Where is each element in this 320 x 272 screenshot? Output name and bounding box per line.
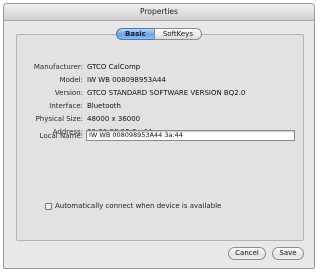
interface-value: Bluetooth — [87, 102, 121, 110]
model-label: Model: — [59, 76, 83, 84]
manufacturer-value: GTCO CalComp — [87, 63, 141, 71]
version-value: GTCO STANDARD SOFTWARE VERSION BQ2.0 — [87, 89, 246, 97]
window-title: Properties — [4, 4, 314, 21]
save-button[interactable]: Save — [272, 247, 304, 260]
tab-bar: Basic SoftKeys — [4, 28, 314, 40]
tab-basic[interactable]: Basic — [116, 28, 154, 40]
physical-size-value: 48000 x 36000 — [87, 115, 141, 123]
basic-panel: Manufacturer: GTCO CalComp Model: IW WB … — [16, 34, 304, 241]
auto-connect-label: Automatically connect when device is ava… — [55, 202, 222, 210]
auto-connect-checkbox[interactable] — [45, 202, 52, 210]
version-label: Version: — [54, 89, 83, 97]
physical-size-label: Physical Size: — [35, 115, 83, 123]
properties-window: Properties Basic SoftKeys Manufacturer: … — [3, 3, 315, 269]
manufacturer-label: Manufacturer: — [33, 63, 83, 71]
local-name-input[interactable]: IW WB 008098953A44 3a:44 — [86, 130, 295, 141]
model-value: IW WB 008098953A44 — [87, 76, 166, 84]
cancel-button[interactable]: Cancel — [228, 247, 266, 260]
local-name-label: Local Name: — [39, 132, 83, 140]
interface-label: Interface: — [49, 102, 83, 110]
tab-softkeys[interactable]: SoftKeys — [153, 28, 202, 40]
auto-connect-row[interactable]: Automatically connect when device is ava… — [45, 201, 221, 211]
